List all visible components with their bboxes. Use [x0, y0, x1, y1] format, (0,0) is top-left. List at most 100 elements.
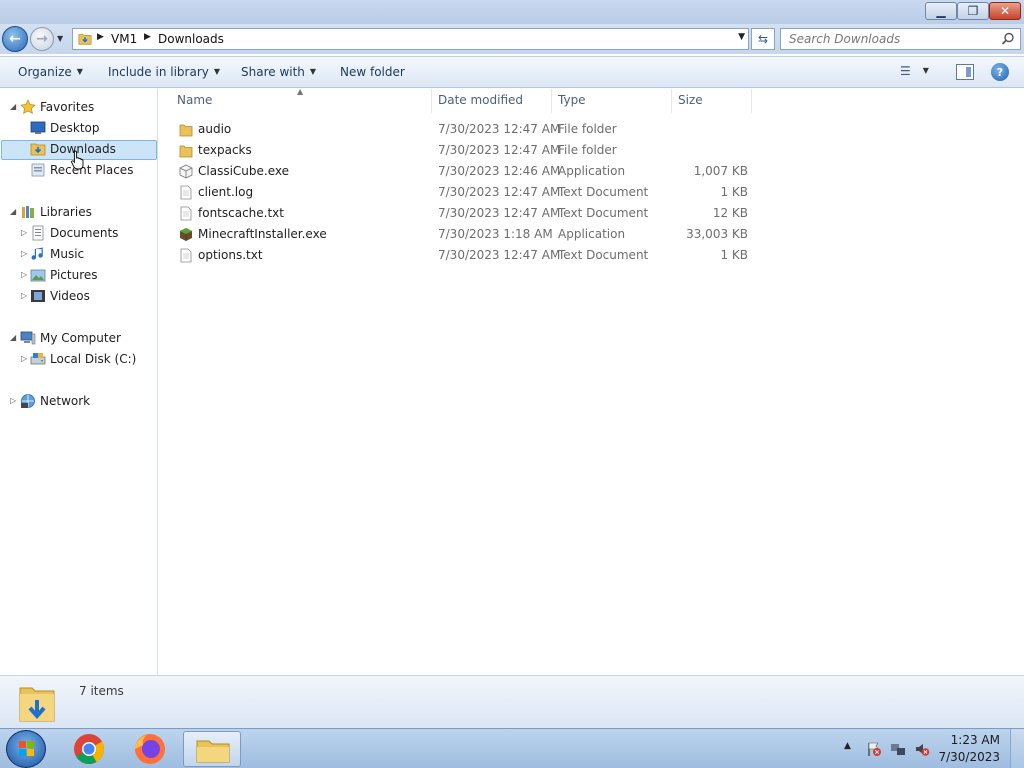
nav-libraries-label: Libraries — [40, 205, 92, 219]
new-folder-button[interactable]: New folder — [340, 65, 405, 79]
refresh-icon: ⇆ — [757, 32, 769, 46]
column-divider[interactable] — [751, 89, 752, 113]
expand-icon[interactable]: ▷ — [21, 223, 29, 243]
text-file-icon — [180, 185, 192, 200]
taskbar-firefox[interactable] — [121, 731, 179, 767]
expand-icon[interactable]: ▷ — [21, 265, 29, 285]
file-date: 7/30/2023 12:47 AM — [438, 206, 561, 220]
column-divider[interactable] — [431, 89, 432, 113]
search-icon[interactable] — [1001, 32, 1015, 46]
file-date: 7/30/2023 12:47 AM — [438, 248, 561, 262]
file-row-audio[interactable]: audio 7/30/2023 12:47 AM File folder — [175, 119, 755, 140]
file-type: File folder — [558, 122, 617, 136]
expand-icon[interactable]: ▷ — [21, 244, 29, 264]
share-with-label: Share with — [241, 65, 305, 79]
file-row-texpacks[interactable]: texpacks 7/30/2023 12:47 AM File folder — [175, 140, 755, 161]
search-input[interactable] — [789, 31, 999, 47]
command-bar: Organize ▼ Include in library ▼ Share with… — [0, 56, 1024, 88]
expand-icon[interactable]: ▷ — [10, 391, 18, 411]
text-file-icon — [180, 206, 192, 221]
network-tray-icon[interactable] — [890, 741, 906, 757]
back-arrow-icon: ← — [9, 31, 21, 47]
address-bar[interactable]: ▶ VM1 ▶ Downloads ▼ — [72, 28, 749, 50]
column-divider[interactable] — [671, 89, 672, 113]
expand-icon[interactable]: ▷ — [21, 286, 29, 306]
file-row-options[interactable]: options.txt 7/30/2023 12:47 AM Text Docu… — [175, 245, 755, 266]
file-size: 1,007 KB — [693, 164, 748, 178]
action-center-flag-icon[interactable] — [866, 741, 882, 757]
show-desktop-button[interactable] — [1010, 729, 1024, 768]
help-button[interactable]: ? — [991, 63, 1009, 81]
file-size: 12 KB — [712, 206, 748, 220]
minimize-button[interactable]: ▁ — [925, 2, 957, 20]
file-name: fontscache.txt — [198, 206, 284, 220]
file-row-minecraftinstaller[interactable]: MinecraftInstaller.exe 7/30/2023 1:18 AM… — [175, 224, 755, 245]
chevron-down-icon: ▼ — [76, 67, 83, 76]
change-view-button[interactable]: ☰ ▼ — [900, 64, 940, 82]
collapse-icon[interactable]: ◢ — [10, 328, 18, 348]
details-pane: 7 items — [0, 675, 1024, 728]
collapse-icon[interactable]: ◢ — [10, 97, 18, 117]
forward-button[interactable]: → — [30, 27, 54, 51]
column-divider[interactable] — [551, 89, 552, 113]
search-box[interactable] — [780, 28, 1021, 50]
file-type: Application — [558, 164, 626, 178]
breadcrumb-separator-icon[interactable]: ▶ — [97, 32, 104, 42]
hard-disk-icon — [30, 353, 46, 365]
breadcrumb-separator-icon[interactable]: ▶ — [144, 32, 151, 42]
downloads-folder-icon — [30, 143, 46, 156]
column-date-modified[interactable]: Date modified — [438, 93, 523, 107]
clock-time[interactable]: 1:23 AM — [951, 733, 1000, 747]
taskbar-explorer[interactable] — [183, 731, 241, 767]
preview-pane-button[interactable] — [956, 64, 974, 80]
explorer-icon — [196, 740, 230, 763]
file-date: 7/30/2023 1:18 AM — [438, 227, 553, 241]
nav-favorites-label: Favorites — [40, 100, 95, 114]
organize-label: Organize — [18, 65, 72, 79]
file-name: ClassiCube.exe — [198, 164, 289, 178]
maximize-button[interactable]: ❐ — [957, 2, 989, 20]
nav-my-computer-label: My Computer — [40, 331, 121, 345]
title-bar: ▁ ❐ ✕ — [0, 0, 1024, 24]
column-size[interactable]: Size — [678, 93, 703, 107]
downloads-folder-icon — [19, 687, 55, 722]
recent-pages-dropdown[interactable]: ▼ — [57, 34, 67, 44]
breadcrumb-vm1[interactable]: VM1 — [111, 32, 137, 46]
downloads-folder-icon — [78, 34, 92, 45]
column-name[interactable]: Name — [177, 93, 212, 107]
file-name: client.log — [198, 185, 254, 199]
file-name: texpacks — [198, 143, 252, 157]
organize-button[interactable]: Organize ▼ — [18, 65, 83, 79]
taskbar-chrome[interactable] — [60, 731, 118, 767]
nav-pictures-label: Pictures — [50, 268, 98, 282]
close-icon: ✕ — [999, 4, 1011, 18]
file-row-fontscache[interactable]: fontscache.txt 7/30/2023 12:47 AM Text D… — [175, 203, 755, 224]
file-type: Text Document — [558, 206, 649, 220]
file-row-classicube[interactable]: ClassiCube.exe 7/30/2023 12:46 AM Applic… — [175, 161, 755, 182]
clock-date[interactable]: 7/30/2023 — [938, 750, 1000, 764]
pictures-icon — [30, 269, 46, 282]
start-button[interactable] — [6, 730, 46, 768]
close-button[interactable]: ✕ — [989, 2, 1021, 20]
back-button[interactable]: ← — [2, 26, 28, 52]
nav-videos-label: Videos — [50, 289, 90, 303]
libraries-icon — [22, 206, 34, 218]
file-type: File folder — [558, 143, 617, 157]
chevron-down-icon: ▼ — [309, 67, 317, 76]
collapse-icon[interactable]: ◢ — [10, 202, 18, 222]
file-type: Application — [558, 227, 626, 241]
column-type[interactable]: Type — [558, 93, 586, 107]
address-history-dropdown-icon[interactable]: ▼ — [738, 32, 745, 42]
file-row-client-log[interactable]: client.log 7/30/2023 12:47 AM Text Docum… — [175, 182, 755, 203]
nav-music-label: Music — [50, 247, 85, 261]
expand-icon[interactable]: ▷ — [21, 349, 29, 369]
show-hidden-icons-icon[interactable]: ▲ — [844, 741, 860, 757]
refresh-button[interactable]: ⇆ — [751, 28, 775, 50]
share-with-button[interactable]: Share with ▼ — [241, 65, 316, 79]
file-date: 7/30/2023 12:47 AM — [438, 185, 561, 199]
minecraft-block-icon — [180, 228, 192, 241]
breadcrumb-downloads[interactable]: Downloads — [158, 32, 224, 46]
volume-muted-icon[interactable] — [914, 741, 930, 757]
music-icon — [31, 247, 43, 260]
include-in-library-button[interactable]: Include in library ▼ — [108, 65, 220, 79]
